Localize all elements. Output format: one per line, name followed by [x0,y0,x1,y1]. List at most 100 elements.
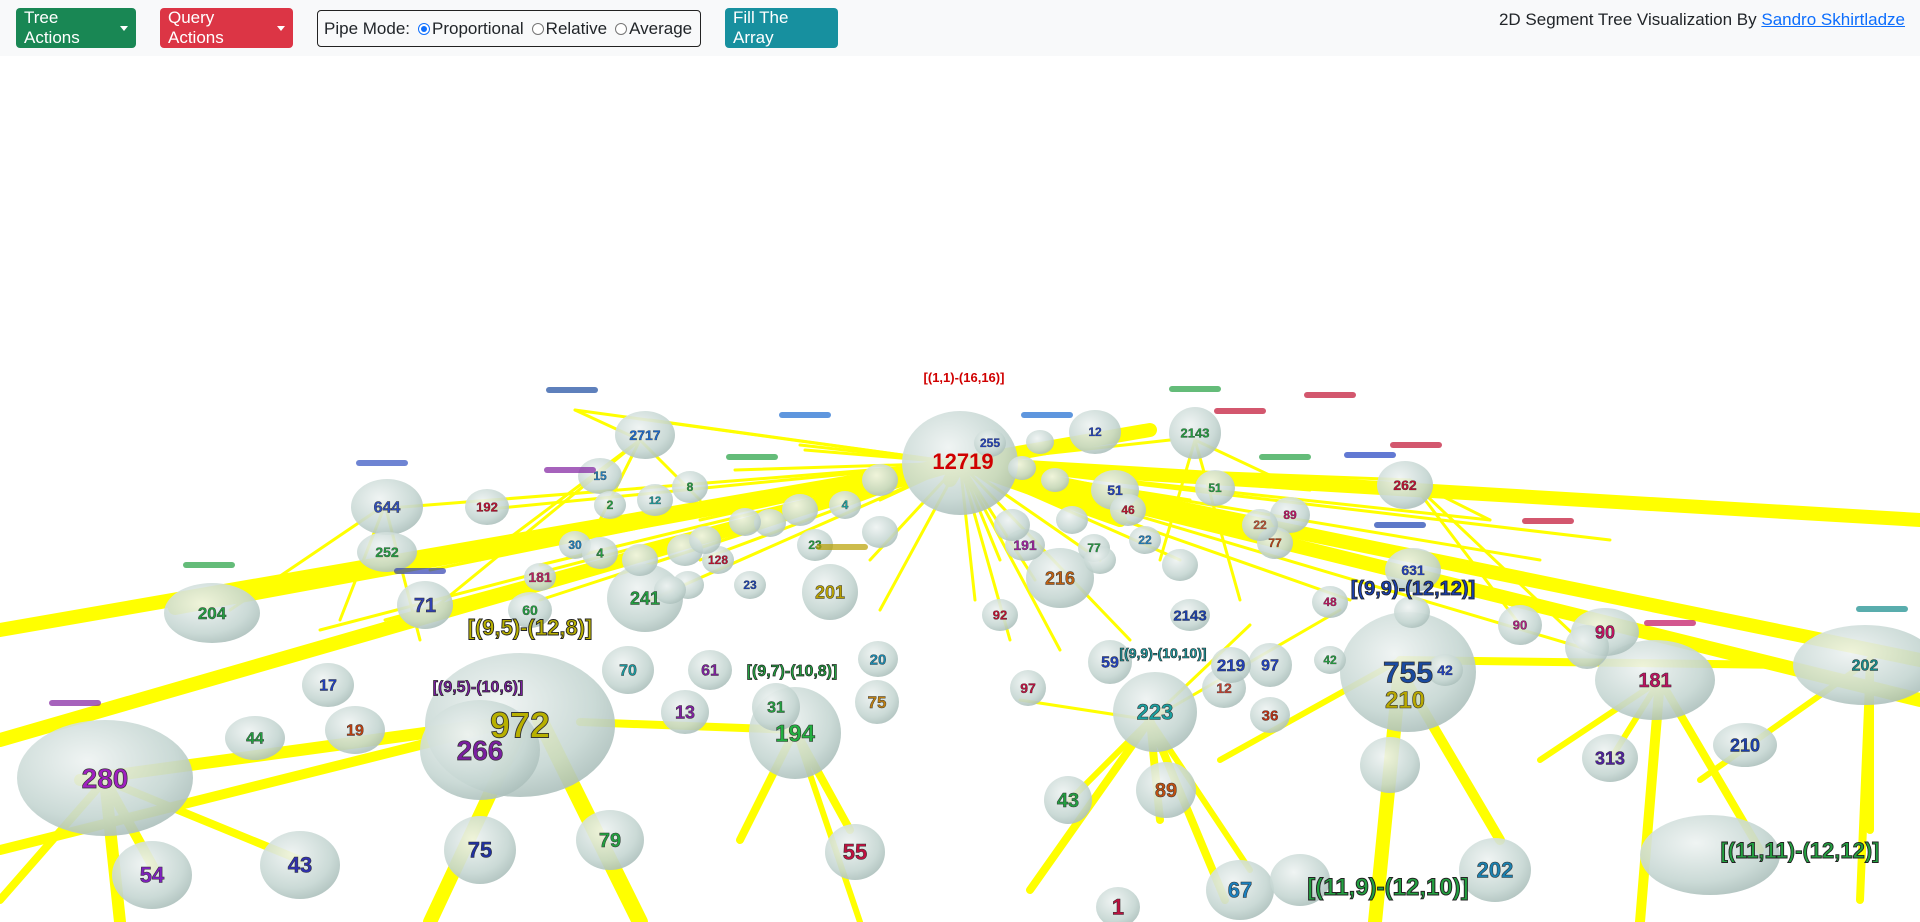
node-value: 181 [528,569,552,585]
tree-node[interactable] [862,516,898,548]
credit-prefix: 2D Segment Tree Visualization By [1498,10,1757,29]
range-tag-mark [1522,518,1574,524]
node-value: 48 [1323,595,1337,609]
query-actions-label: Query Actions [168,8,224,47]
caret-down-icon [120,25,128,31]
node-value: 61 [701,663,719,680]
node-value: 36 [1262,707,1279,724]
fill-array-button[interactable]: Fill The Array [725,8,838,48]
tree-node[interactable] [1394,596,1430,628]
node-range-label: [(11,11)-(12,12)] [1721,838,1880,863]
node-value: 241 [630,588,660,608]
node-value: 2 [607,498,614,512]
node-value: 181 [1638,670,1671,692]
pipe-mode-relative-radio[interactable] [531,22,544,35]
tree-node[interactable] [689,526,721,554]
node-value: 631 [1401,562,1425,578]
range-tag-mark [726,454,778,460]
node-value: 75 [868,693,887,712]
node-value: 55 [843,840,867,865]
range-tag-mark [183,562,235,568]
tree-node[interactable] [1056,506,1088,534]
query-actions-dropdown[interactable]: Query Actions [160,8,293,48]
tree-node[interactable] [729,508,761,536]
node-value: 280 [82,763,129,794]
range-tag-mark [1259,454,1311,460]
tree-node[interactable] [1041,468,1069,492]
tree-node[interactable] [1008,456,1036,480]
node-value: 89 [1155,780,1177,802]
range-tag-mark [356,460,408,466]
nodes-layer [17,407,1920,922]
node-value: 19 [346,723,364,740]
node-value: 210 [1385,687,1425,714]
credit-text: 2D Segment Tree Visualization By Sandro … [1499,10,1905,30]
node-value: 42 [1323,653,1337,667]
pipe-mode-average-radio[interactable] [615,22,628,35]
node-value: 2143 [1181,426,1210,441]
tree-actions-label: Tree Actions [24,8,80,47]
range-tag-mark [1374,522,1426,528]
node-value: 313 [1595,748,1625,768]
node-range-label: [(9,9)-(12,12)] [1351,578,1475,600]
node-value: 202 [1852,658,1879,675]
range-tag-mark [1344,452,1396,458]
node-value: 201 [815,582,845,602]
node-value: 42 [1437,662,1453,678]
range-tag-mark [816,544,868,550]
tree-node[interactable] [1026,430,1054,454]
node-range-label: [(11,9)-(12,10)] [1307,874,1468,901]
node-value: 97 [1020,680,1036,696]
node-value: 4 [842,498,849,512]
tree-node[interactable] [1162,549,1198,581]
range-tag-mark [394,568,446,574]
node-value: 202 [1477,858,1514,883]
node-value: 30 [568,538,582,552]
node-value: 12 [649,495,661,507]
tree-node[interactable] [1360,737,1420,793]
node-value: 192 [476,500,498,515]
range-tag-mark [1304,392,1356,398]
tree-actions-dropdown[interactable]: Tree Actions [16,8,136,48]
node-value: 12 [1088,425,1102,439]
node-value: 2143 [1173,607,1206,624]
node-value: 51 [1107,482,1123,498]
node-value: 75 [468,838,492,863]
pipe-mode-proportional-label[interactable]: Proportional [432,19,524,39]
pipe-mode-label: Pipe Mode: [324,18,410,38]
node-value: 219 [1217,656,1245,675]
node-value: 77 [1087,541,1101,555]
node-value: 1 [1112,895,1124,920]
pipe-mode-proportional-radio[interactable] [418,22,430,35]
author-link[interactable]: Sandro Skhirtladze [1761,10,1905,29]
tree-node[interactable] [782,494,818,526]
node-range-label: [(9,7)-(10,8)] [747,663,838,680]
node-value: 67 [1228,878,1252,903]
root-range-label: [(1,1)-(16,16)] [924,370,1005,385]
tree-3d-canvas[interactable]: 12719[(1,1)-(16,16)]75521097226628019422… [0,56,1920,922]
node-value: 191 [1013,537,1037,553]
node-value: 46 [1121,503,1135,517]
range-tag-mark [1390,442,1442,448]
range-tag-mark [546,387,598,393]
range-tag-mark [49,700,101,706]
range-tag-mark [1856,606,1908,612]
node-value: 20 [870,651,887,668]
node-value: 204 [198,604,227,623]
fill-array-label: Fill The Array [733,8,789,47]
node-value: 2717 [629,427,660,443]
node-value: 44 [246,731,264,748]
node-value: 255 [980,436,1000,450]
node-value: 12 [1216,680,1232,696]
node-value: 8 [687,480,694,494]
pipe-mode-group: Pipe Mode: Proportional Relative Average [317,10,701,47]
node-value: 90 [1595,622,1615,642]
node-value: 79 [599,830,621,852]
pipe-mode-relative-label[interactable]: Relative [546,19,607,39]
node-value: 262 [1393,477,1417,493]
range-tag-mark [1021,412,1073,418]
pipe-mode-average-label[interactable]: Average [629,19,692,39]
tree-node[interactable] [862,464,898,496]
node-value: 71 [414,595,436,617]
tree-node[interactable] [622,544,658,576]
